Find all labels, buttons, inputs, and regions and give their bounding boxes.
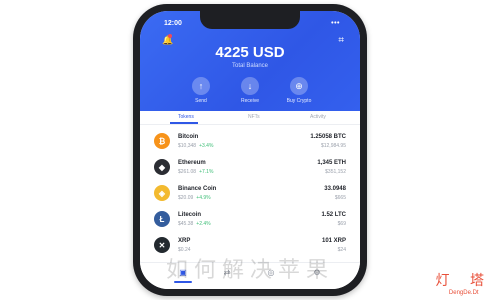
asset-price: $10,348 +3.4% (178, 143, 214, 149)
xrp-icon: ✕ (154, 237, 170, 253)
total-balance: 4225 USD (215, 44, 285, 61)
asset-row-ethereum[interactable]: ◆ Ethereum $261.08 +7.1% 1,345 ETH $351,1… (154, 155, 346, 181)
buy-crypto-label: Buy Crypto (286, 98, 312, 104)
asset-change: +2.4% (196, 221, 211, 227)
logo-chinese: 灯 塔 (435, 273, 492, 289)
asset-amount: 33.0948 (324, 186, 346, 192)
watermark-text: 如何解决苹果 (165, 257, 334, 282)
asset-change: +3.4% (199, 143, 214, 149)
arrow-down-icon: ↓ (241, 77, 259, 95)
receive-button[interactable]: ↓ Receive (229, 77, 271, 104)
receive-label: Receive (240, 98, 260, 104)
tab-activity[interactable]: Activity (310, 114, 326, 120)
asset-amount: 1.52 LTC (321, 212, 346, 218)
asset-price: $45.38 +2.4% (178, 221, 211, 227)
asset-name: XRP (178, 238, 191, 244)
status-indicators: ••• (331, 20, 340, 27)
ethereum-icon: ◆ (154, 159, 170, 175)
send-label: Send (195, 98, 207, 104)
phone-screen: 12:00 ••• 🔔 ⌗ 4225 USD Total Balance ↑ S… (140, 11, 360, 289)
asset-amount: 1.25058 BTC (310, 134, 346, 140)
asset-value: $665 (334, 195, 346, 201)
status-time: 12:00 (164, 20, 182, 27)
asset-change: +4.9% (196, 195, 211, 201)
asset-name: Ethereum (178, 160, 206, 166)
asset-row-binance[interactable]: ◈ Binance Coin $20.09 +4.9% 33.0948 $665 (154, 181, 346, 207)
asset-tabs: Tokens NFTs Activity (140, 112, 360, 124)
wallet-actions: ↑ Send ↓ Receive ⊕ Buy Crypto (180, 77, 320, 104)
asset-row-bitcoin[interactable]: ₿ Bitcoin $10,348 +3.4% 1.25058 BTC $12,9… (154, 129, 346, 155)
wallet-header: 12:00 ••• 🔔 ⌗ 4225 USD Total Balance ↑ S… (140, 11, 360, 111)
asset-row-litecoin[interactable]: Ł Litecoin $45.38 +2.4% 1.52 LTC $69 (154, 207, 346, 233)
tabs-divider (140, 124, 360, 125)
asset-value: $69 (337, 221, 346, 227)
site-logo: 灯 塔 DengDe.Dt (436, 270, 492, 296)
tab-nfts[interactable]: NFTs (248, 114, 260, 120)
tag-icon: ⊕ (290, 77, 308, 95)
asset-value: $12,984.95 (320, 143, 346, 149)
send-button[interactable]: ↑ Send (180, 77, 222, 104)
asset-name: Bitcoin (178, 134, 199, 140)
asset-name: Litecoin (178, 212, 202, 218)
asset-price: $20.09 +4.9% (178, 195, 211, 201)
asset-name: Binance Coin (178, 186, 217, 192)
tab-tokens[interactable]: Tokens (178, 114, 194, 120)
notification-dot (168, 34, 172, 38)
asset-amount: 101 XRP (321, 238, 346, 244)
asset-amount: 1,345 ETH (317, 160, 346, 166)
balance-subtitle: Total Balance (231, 63, 269, 69)
asset-change: +7.1% (199, 169, 214, 175)
asset-price: $261.08 +7.1% (178, 169, 214, 175)
buy-crypto-button[interactable]: ⊕ Buy Crypto (278, 77, 320, 104)
litecoin-icon: Ł (154, 211, 170, 227)
asset-value: $351,152 (325, 169, 346, 175)
arrow-up-icon: ↑ (192, 77, 210, 95)
logo-domain: DengDe.Dt (448, 290, 479, 296)
binance-coin-icon: ◈ (154, 185, 170, 201)
bitcoin-icon: ₿ (154, 133, 170, 149)
phone-notch (200, 11, 300, 29)
